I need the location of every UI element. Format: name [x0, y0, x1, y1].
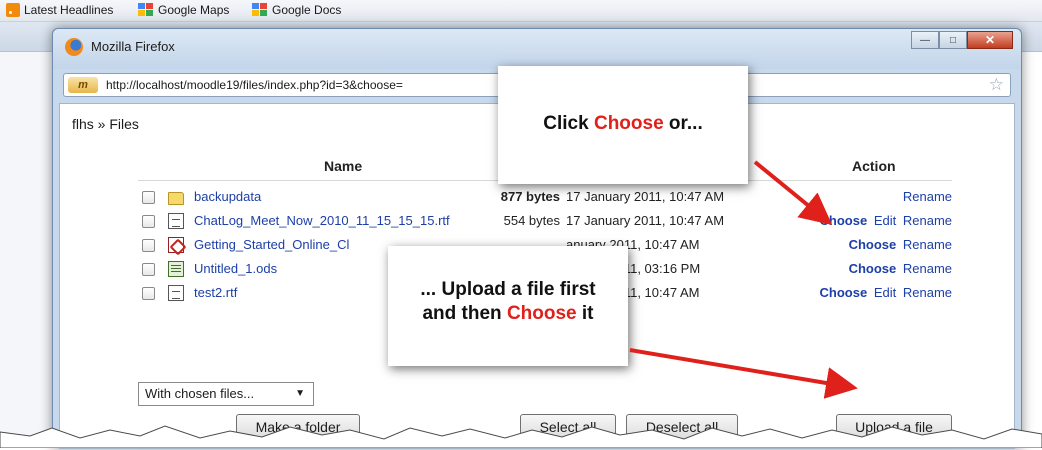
row-actions: Choose Rename: [846, 261, 952, 276]
window-controls: — □ ✕: [911, 31, 1013, 49]
rename-link[interactable]: Rename: [903, 237, 952, 252]
bookmark-label: Google Docs: [272, 3, 342, 17]
bookmark-latest-headlines[interactable]: Latest Headlines: [6, 3, 113, 17]
annotation-callout-choose: Click Choose or...: [498, 66, 748, 184]
row-actions: Choose Edit Rename: [817, 285, 952, 300]
callout-line1: ... Upload a file first: [420, 279, 596, 300]
row-actions: Choose Rename: [846, 237, 952, 252]
column-header-action: Action: [852, 158, 896, 174]
rss-icon: [6, 3, 20, 17]
file-name-link[interactable]: Untitled_1.ods: [194, 261, 277, 276]
bookmark-google-docs[interactable]: Google Docs: [252, 3, 341, 17]
annotation-callout-upload: ... Upload a file first and then Choose …: [388, 246, 628, 366]
document-icon: [168, 285, 184, 301]
row-checkbox[interactable]: [142, 191, 155, 204]
rename-link[interactable]: Rename: [903, 189, 952, 204]
torn-edge: [0, 425, 1042, 448]
background-bookmarks-bar: Latest Headlines Google Maps Google Docs: [0, 0, 1042, 22]
row-actions: Choose Edit Rename: [817, 213, 952, 228]
dropdown-arrow-icon: ▼: [295, 388, 305, 399]
file-date: 17 January 2011, 10:47 AM: [566, 189, 725, 204]
file-size: 877 bytes: [500, 189, 560, 204]
file-size: 554 bytes: [503, 213, 560, 228]
firefox-icon: [65, 38, 83, 56]
choose-link[interactable]: Choose: [820, 213, 868, 228]
row-checkbox[interactable]: [142, 263, 155, 276]
rename-link[interactable]: Rename: [903, 261, 952, 276]
google-icon: [252, 3, 268, 17]
row-checkbox[interactable]: [142, 239, 155, 252]
callout-text: it: [576, 303, 594, 324]
rename-link[interactable]: Rename: [903, 285, 952, 300]
bookmark-label: Latest Headlines: [24, 3, 114, 17]
file-name-link[interactable]: ChatLog_Meet_Now_2010_11_15_15_15.rtf: [194, 213, 450, 228]
table-row: ChatLog_Meet_Now_2010_11_15_15_15.rtf 55…: [138, 211, 952, 233]
callout-text: Click: [543, 113, 594, 134]
folder-icon: [168, 192, 184, 205]
background-page: [0, 52, 60, 448]
bookmark-label: Google Maps: [158, 3, 230, 17]
maximize-button[interactable]: □: [939, 31, 967, 49]
close-button[interactable]: ✕: [967, 31, 1013, 49]
column-header-name[interactable]: Name: [324, 158, 362, 174]
rename-link[interactable]: Rename: [903, 213, 952, 228]
window-title: Mozilla Firefox: [91, 39, 175, 54]
edit-link[interactable]: Edit: [874, 213, 896, 228]
document-icon: [168, 213, 184, 229]
select-value: With chosen files...: [145, 386, 255, 401]
edit-link[interactable]: Edit: [874, 285, 896, 300]
row-actions: Rename: [900, 189, 952, 204]
bookmark-google-maps[interactable]: Google Maps: [138, 3, 229, 17]
file-date: 17 January 2011, 10:47 AM: [566, 213, 725, 228]
url-text[interactable]: http://localhost/moodle19/files/index.ph…: [106, 78, 403, 92]
with-chosen-files-select[interactable]: With chosen files... ▼: [138, 382, 314, 406]
choose-link[interactable]: Choose: [849, 261, 897, 276]
spreadsheet-icon: [168, 261, 184, 277]
row-checkbox[interactable]: [142, 215, 155, 228]
minimize-button[interactable]: —: [911, 31, 939, 49]
google-icon: [138, 3, 154, 17]
window-titlebar[interactable]: Mozilla Firefox — □ ✕: [53, 29, 1021, 69]
callout-line2: and then Choose it: [388, 302, 628, 326]
callout-text: and then: [422, 303, 507, 324]
file-name-link[interactable]: backupdata: [194, 189, 261, 204]
table-row: backupdata 877 bytes 17 January 2011, 10…: [138, 187, 952, 209]
file-name-link[interactable]: test2.rtf: [194, 285, 237, 300]
choose-link[interactable]: Choose: [820, 285, 868, 300]
callout-highlight: Choose: [593, 113, 664, 134]
pdf-icon: [168, 237, 184, 253]
callout-highlight: Choose: [506, 303, 577, 324]
breadcrumb[interactable]: flhs » Files: [72, 116, 139, 132]
row-checkbox[interactable]: [142, 287, 155, 300]
bookmark-star-icon[interactable]: ☆: [989, 75, 1004, 95]
callout-text: or...: [663, 113, 703, 134]
choose-link[interactable]: Choose: [849, 237, 897, 252]
moodle-site-icon: m: [68, 77, 98, 93]
file-name-link[interactable]: Getting_Started_Online_Cl: [194, 237, 349, 252]
